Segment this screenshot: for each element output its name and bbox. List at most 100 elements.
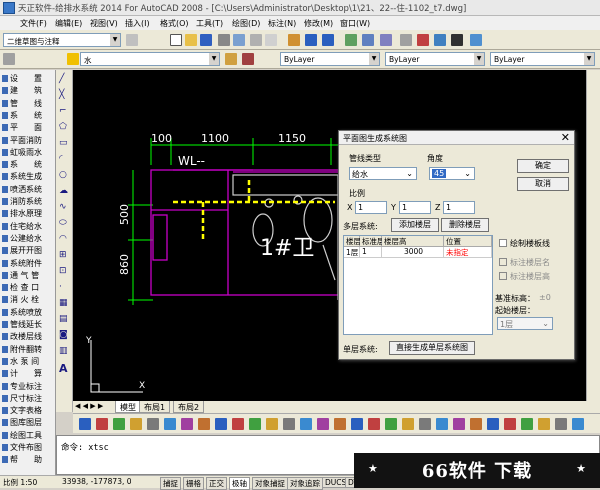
modify-tool-icon[interactable]: [96, 418, 108, 430]
pipe-type-select[interactable]: 给水 ⌄: [349, 167, 417, 180]
modify-tool-icon[interactable]: [419, 418, 431, 430]
close-icon[interactable]: ✕: [561, 131, 570, 144]
polyline-icon[interactable]: ⌐: [59, 106, 67, 116]
modify-tool-icon[interactable]: [470, 418, 482, 430]
point-icon[interactable]: ·: [59, 282, 62, 292]
menu-tools[interactable]: 工具(T): [196, 18, 223, 29]
ellipse-icon[interactable]: ⬭: [59, 218, 67, 228]
modify-tool-icon[interactable]: [249, 418, 261, 430]
menu-panel-item[interactable]: 设 置: [2, 73, 42, 84]
menu-panel-item[interactable]: 排水原理: [2, 208, 42, 219]
arc-icon[interactable]: ◜: [59, 154, 63, 164]
modify-tool-icon[interactable]: [164, 418, 176, 430]
scale-y-input[interactable]: 1: [399, 201, 431, 214]
modify-tool-icon[interactable]: [504, 418, 516, 430]
base-height-value[interactable]: ±0: [539, 293, 551, 302]
modify-tool-icon[interactable]: [198, 418, 210, 430]
help-icon[interactable]: [470, 34, 482, 46]
menu-panel-item[interactable]: 管 线: [2, 98, 42, 109]
modify-tool-icon[interactable]: [317, 418, 329, 430]
modify-tool-icon[interactable]: [385, 418, 397, 430]
menu-modify[interactable]: 修改(M): [304, 18, 333, 29]
circle-icon[interactable]: ○: [59, 170, 67, 180]
pan-icon[interactable]: [345, 34, 357, 46]
modify-tool-icon[interactable]: [283, 418, 295, 430]
cancel-button[interactable]: 取消: [517, 177, 569, 191]
menu-panel-item[interactable]: 帮 助: [2, 454, 42, 465]
polygon-icon[interactable]: ⬠: [59, 122, 67, 132]
gradient-icon[interactable]: ▤: [59, 314, 68, 324]
table-cell[interactable]: 1层: [344, 247, 360, 258]
zoom-window-icon[interactable]: [380, 34, 392, 46]
modify-tool-icon[interactable]: [538, 418, 550, 430]
modify-tool-icon[interactable]: [113, 418, 125, 430]
design-center-icon[interactable]: [417, 34, 429, 46]
delete-floor-button[interactable]: 删除楼层: [441, 218, 489, 232]
mtext-icon[interactable]: A: [59, 362, 68, 375]
menu-panel-item[interactable]: 专业标注: [2, 381, 42, 392]
table-cell[interactable]: 1: [360, 247, 382, 258]
modify-tool-icon[interactable]: [181, 418, 193, 430]
linetype-combo[interactable]: ByLayer ▼: [385, 52, 485, 66]
menu-panel-item[interactable]: 喷洒系统: [2, 184, 42, 195]
menu-panel-item[interactable]: 消防系统: [2, 196, 42, 207]
otrack-button[interactable]: 对象追踪: [287, 477, 323, 490]
cut-icon[interactable]: [250, 34, 262, 46]
tab-layout2[interactable]: 布局2: [173, 401, 205, 413]
menu-panel-item[interactable]: 绘图工具: [2, 430, 42, 441]
copy-icon[interactable]: [265, 34, 277, 46]
menu-insert[interactable]: 插入(I): [125, 18, 150, 29]
ok-button[interactable]: 确定: [517, 159, 569, 173]
region-icon[interactable]: ◙: [59, 330, 68, 340]
snap-button[interactable]: 捕捉: [160, 477, 181, 490]
modify-tool-icon[interactable]: [368, 418, 380, 430]
start-floor-select[interactable]: 1层 ⌄: [497, 317, 553, 330]
draw-floor-line-checkbox[interactable]: [499, 239, 507, 247]
menu-panel-item[interactable]: 系统生成: [2, 171, 42, 182]
menu-panel-item[interactable]: 附件翻转: [2, 344, 42, 355]
hatch-icon[interactable]: ▦: [59, 298, 68, 308]
table-cell[interactable]: 3000: [382, 247, 444, 258]
preview-icon[interactable]: [233, 34, 245, 46]
menu-panel-item[interactable]: 尺寸标注: [2, 393, 42, 404]
menu-edit[interactable]: 编辑(E): [55, 18, 82, 29]
menu-panel-item[interactable]: 检 查 口: [2, 282, 39, 293]
scale-x-input[interactable]: 1: [355, 201, 387, 214]
tab-model[interactable]: 模型: [115, 401, 141, 413]
menu-panel-item[interactable]: 建 筑: [2, 85, 42, 96]
construction-line-icon[interactable]: ╳: [59, 90, 64, 100]
modify-tool-icon[interactable]: [334, 418, 346, 430]
revcloud-icon[interactable]: ☁: [59, 186, 68, 196]
modify-tool-icon[interactable]: [402, 418, 414, 430]
menu-panel-item[interactable]: 系统喷放: [2, 307, 42, 318]
modify-tool-icon[interactable]: [79, 418, 91, 430]
match-properties-icon[interactable]: [288, 34, 300, 46]
workspace-combo[interactable]: 二维草图与注释 ▼: [3, 33, 121, 47]
menu-panel-item[interactable]: 平 面: [2, 122, 42, 133]
new-file-icon[interactable]: [170, 34, 182, 46]
modify-tool-icon[interactable]: [300, 418, 312, 430]
rectangle-icon[interactable]: ▭: [59, 138, 68, 148]
mark-floor-name-checkbox[interactable]: [499, 258, 507, 266]
modify-tool-icon[interactable]: [555, 418, 567, 430]
tab-layout1[interactable]: 布局1: [139, 401, 171, 413]
menu-window[interactable]: 窗口(W): [340, 18, 370, 29]
modify-tool-icon[interactable]: [487, 418, 499, 430]
menu-file[interactable]: 文件(F): [20, 18, 47, 29]
menu-panel-item[interactable]: 文字表格: [2, 405, 42, 416]
make-block-icon[interactable]: ⊡: [59, 266, 67, 276]
modify-tool-icon[interactable]: [572, 418, 584, 430]
menu-panel-item[interactable]: 计 算: [2, 368, 42, 379]
tab-nav-arrows-icon[interactable]: ◀ ◀ ▶ ▶: [75, 402, 103, 410]
modify-tool-icon[interactable]: [215, 418, 227, 430]
menu-panel-item[interactable]: 水 泵 间: [2, 356, 39, 367]
menu-panel-item[interactable]: 系 统: [2, 110, 42, 121]
workspace-settings-icon[interactable]: [126, 34, 138, 46]
layer-manager-icon[interactable]: [3, 53, 15, 65]
menu-panel-item[interactable]: 系统附件: [2, 258, 42, 269]
ortho-button[interactable]: 正交: [206, 477, 227, 490]
mark-floor-height-checkbox[interactable]: [499, 272, 507, 280]
menu-panel-item[interactable]: 文件布图: [2, 442, 42, 453]
print-icon[interactable]: [218, 34, 230, 46]
menu-panel-item[interactable]: 消 火 栓: [2, 294, 39, 305]
